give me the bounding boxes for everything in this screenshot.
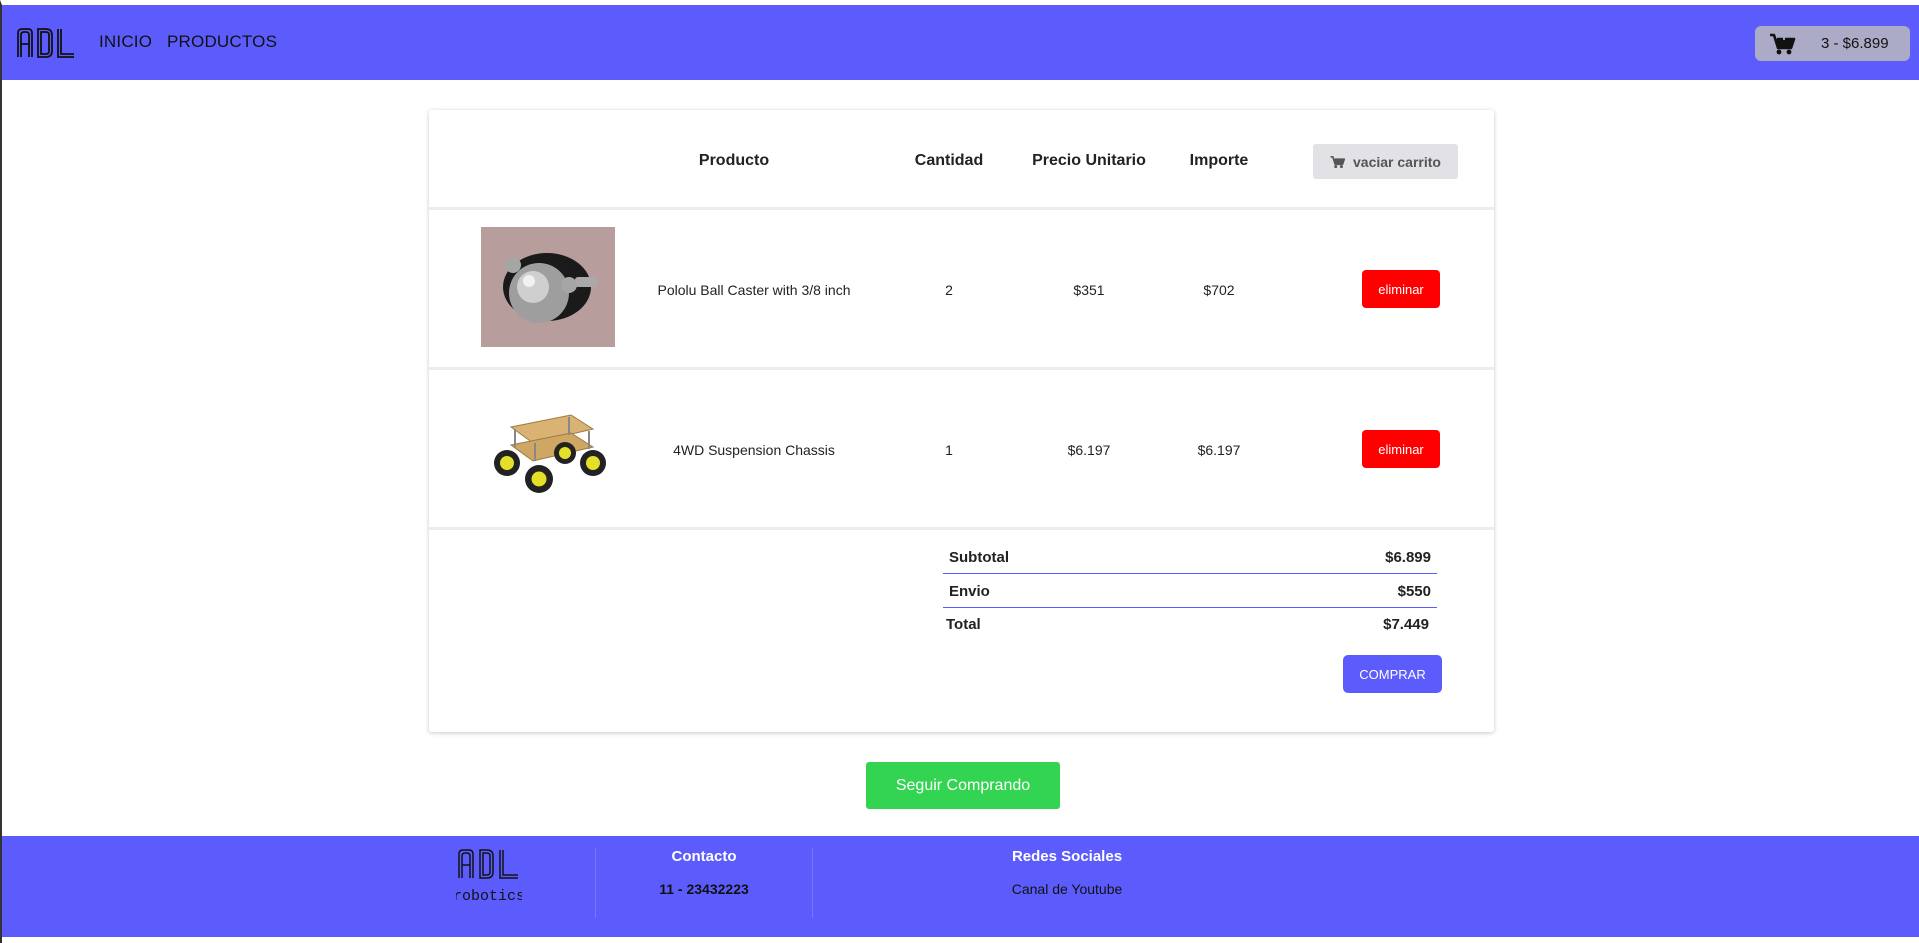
cart-totals: Subtotal $6.899 Envio $550 Total $7.449 [943, 540, 1437, 642]
adl-logo[interactable] [16, 27, 78, 59]
ball-caster-image [481, 227, 615, 347]
adl-robotics-logo: robotics [453, 849, 525, 905]
4wd-chassis-image [481, 387, 615, 507]
envio-label: Envio [949, 583, 990, 600]
cart-row: 4WD Suspension Chassis 1 $6.197 $6.197 e… [429, 370, 1494, 530]
product-amount: $702 [1203, 282, 1235, 298]
cart-summary-text: 3 - $6.899 [1821, 35, 1889, 52]
product-unit-price: $6.197 [1067, 442, 1111, 458]
envio-value: $550 [1397, 583, 1431, 600]
header-precio-unitario: Precio Unitario [1032, 152, 1146, 169]
nav-link-productos[interactable]: PRODUCTOS [167, 32, 277, 52]
header-producto: Producto [698, 152, 770, 169]
cart-row: Pololu Ball Caster with 3/8 inch 2 $351 … [429, 210, 1494, 370]
cart-table-header: Producto Cantidad Precio Unitario Import… [429, 110, 1494, 210]
footer-logo: robotics [453, 848, 525, 906]
clear-cart-label: vaciar carrito [1353, 153, 1441, 170]
product-quantity: 2 [945, 282, 953, 298]
footer-divider [812, 848, 813, 918]
header-cantidad: Cantidad [914, 152, 984, 169]
clear-cart-button[interactable]: vaciar carrito [1313, 144, 1458, 179]
continue-shopping-button[interactable]: Seguir Comprando [866, 762, 1060, 809]
footer-divider [595, 848, 596, 918]
product-unit-price: $351 [1073, 282, 1105, 298]
subtotal-row: Subtotal $6.899 [943, 540, 1437, 574]
envio-row: Envio $550 [943, 574, 1437, 608]
remove-item-button[interactable]: eliminar [1362, 430, 1440, 468]
subtotal-label: Subtotal [949, 549, 1009, 566]
footer-redes-heading: Redes Sociales [1011, 848, 1123, 865]
navbar: INICIO PRODUCTOS 3 - $6.899 [2, 5, 1919, 80]
total-row: Total $7.449 [943, 608, 1437, 642]
buy-button[interactable]: COMPRAR [1343, 655, 1442, 693]
subtotal-value: $6.899 [1385, 549, 1431, 566]
footer: robotics Contacto 11 - 23432223 Redes So… [2, 836, 1919, 937]
nav-link-inicio[interactable]: INICIO [99, 32, 152, 52]
footer-logo-subtext: robotics [456, 888, 522, 905]
remove-item-button[interactable]: eliminar [1362, 270, 1440, 308]
shopping-cart-icon [1330, 155, 1346, 168]
footer-phone: 11 - 23432223 [659, 881, 749, 897]
cart-summary-widget[interactable]: 3 - $6.899 [1755, 26, 1910, 61]
product-name: 4WD Suspension Chassis [673, 442, 835, 458]
footer-contacto-heading: Contacto [671, 848, 737, 865]
header-importe: Importe [1189, 152, 1249, 169]
product-amount: $6.197 [1197, 442, 1241, 458]
product-name: Pololu Ball Caster with 3/8 inch [657, 282, 851, 298]
product-quantity: 1 [945, 442, 953, 458]
total-label: Total [946, 616, 981, 633]
youtube-link[interactable]: Canal de Youtube [967, 881, 1167, 897]
total-value: $7.449 [1383, 616, 1429, 633]
shopping-cart-icon [1770, 33, 1796, 55]
cart-card: Producto Cantidad Precio Unitario Import… [429, 110, 1494, 732]
adl-logo-mark [17, 28, 74, 58]
